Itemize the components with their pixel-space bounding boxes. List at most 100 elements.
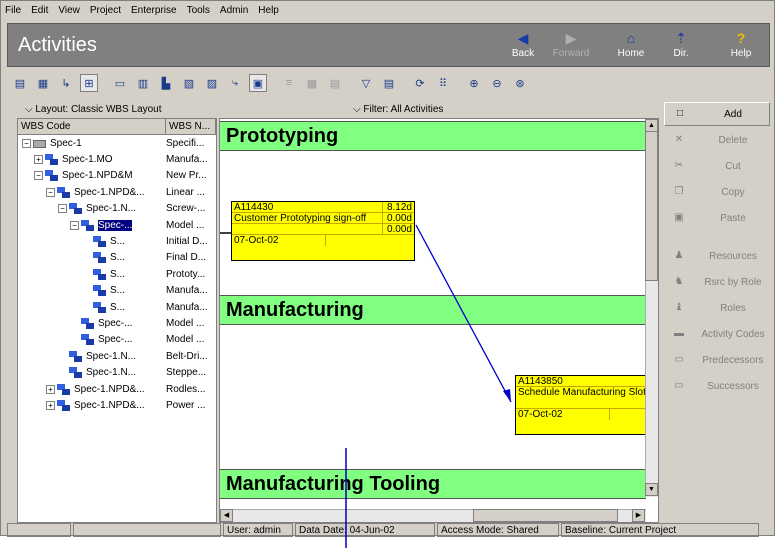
wbs-name-header[interactable]: WBS N... — [166, 119, 216, 134]
wbs-row[interactable]: − Spec-1 Specifi... — [18, 135, 216, 151]
wbs-row[interactable]: S... Manufa... — [18, 283, 216, 299]
activity-network-view[interactable]: Prototyping Manufacturing Manufacturing … — [219, 118, 659, 523]
spreadsheet-icon[interactable]: ▦ — [303, 74, 321, 92]
wbs-row[interactable]: − Spec-1.N... Screw-... — [18, 201, 216, 217]
menu-enterprise[interactable]: Enterprise — [131, 5, 177, 16]
network-view-icon[interactable]: ⊞ — [80, 74, 98, 92]
progress-line-icon[interactable]: ≡ — [280, 74, 298, 92]
wbs-row[interactable]: Spec-1.N... Steppe... — [18, 364, 216, 380]
directory-button[interactable]: ⇡ Dir. — [658, 28, 704, 64]
wbs-name: Initial D... — [166, 236, 208, 248]
wbs-node-icon — [93, 236, 107, 248]
paste-button[interactable]: ▣ Paste — [664, 206, 770, 230]
columns-icon[interactable]: ▥ — [134, 74, 152, 92]
wbs-row[interactable]: S... Initial D... — [18, 233, 216, 249]
expand-icon[interactable]: + — [46, 384, 55, 394]
wbs-row[interactable]: − Spec-1.NPD&... Linear ... — [18, 184, 216, 200]
filter-dropdown[interactable]: ⌵ Filter: All Activities — [353, 104, 443, 115]
resources-button[interactable]: ♟ Resources — [664, 244, 770, 268]
group-sort-icon[interactable]: ▭ — [111, 74, 129, 92]
scroll-down-icon[interactable]: ▼ — [645, 483, 658, 496]
menu-help[interactable]: Help — [258, 5, 279, 16]
zoom-out-icon[interactable]: ⊖ — [488, 74, 506, 92]
status-user: User: admin — [223, 523, 293, 537]
card-duration: 8.12d — [382, 202, 414, 213]
resource-profile-icon[interactable]: ▨ — [203, 74, 221, 92]
filter-icon[interactable]: ▽ — [357, 74, 375, 92]
rsrc-by-role-button[interactable]: ♞ Rsrc by Role — [664, 270, 770, 294]
wbs-code-header[interactable]: WBS Code — [18, 119, 166, 134]
add-button[interactable]: □ Add — [664, 102, 770, 126]
layout-icon[interactable]: ▤ — [380, 74, 398, 92]
chevron-down-icon: ⌵ — [353, 104, 364, 115]
home-button[interactable]: ⌂ Home — [608, 28, 654, 64]
activity-box-icon[interactable]: ▣ — [249, 74, 267, 92]
level-icon[interactable]: ⠿ — [434, 74, 452, 92]
collapse-icon[interactable]: − — [46, 187, 55, 197]
copy-button[interactable]: ❐ Copy — [664, 180, 770, 204]
gantt-chart-icon[interactable]: ↳ — [57, 74, 75, 92]
horizontal-scrollbar[interactable]: ◀ ▶ — [220, 509, 646, 522]
menu-edit[interactable]: Edit — [31, 5, 48, 16]
wbs-code: Spec-1.MO — [62, 154, 113, 166]
scroll-right-icon[interactable]: ▶ — [632, 509, 645, 522]
wbs-row[interactable]: Spec-... Model ... — [18, 332, 216, 348]
expand-icon[interactable]: + — [34, 155, 43, 165]
status-bar: User: admin Data Date: 04-Jun-02 Access … — [7, 523, 770, 537]
activity-card-a114430[interactable]: A114430 8.12d Customer Prototyping sign-o… — [231, 201, 415, 261]
delete-icon: ✕ — [674, 134, 684, 145]
scroll-left-icon[interactable]: ◀ — [220, 509, 233, 522]
back-button[interactable]: ◀ Back — [500, 28, 546, 64]
activity-details-icon[interactable]: ▦ — [34, 74, 52, 92]
scroll-thumb[interactable] — [645, 131, 658, 281]
wbs-row[interactable]: Spec-1.N... Belt-Dri... — [18, 348, 216, 364]
forward-arrow-icon: ▶ — [565, 30, 577, 46]
activity-codes-button[interactable]: ▬ Activity Codes — [664, 322, 770, 346]
vertical-scrollbar[interactable]: ▲ ▼ — [645, 119, 658, 497]
activity-table-icon[interactable]: ▤ — [11, 74, 29, 92]
timescale-icon[interactable]: ▧ — [180, 74, 198, 92]
wbs-row[interactable]: − Spec-... Model ... — [18, 217, 216, 233]
menu-admin[interactable]: Admin — [220, 5, 248, 16]
wbs-row[interactable]: S... Final D... — [18, 250, 216, 266]
collapse-icon[interactable]: − — [70, 220, 79, 230]
grid-icon[interactable]: ▤ — [326, 74, 344, 92]
forward-button[interactable]: ▶ Forward — [548, 28, 594, 64]
wbs-row[interactable]: Spec-... Model ... — [18, 315, 216, 331]
wbs-row[interactable]: S... Prototy... — [18, 266, 216, 282]
wbs-row[interactable]: + Spec-1.NPD&... Power ... — [18, 397, 216, 413]
scroll-thumb-horizontal[interactable] — [473, 509, 618, 522]
card-date: 07-Oct-02 — [232, 235, 326, 246]
wbs-code: Spec-... — [98, 334, 133, 346]
link-icon[interactable]: ⤷ — [226, 74, 244, 92]
zoom-in-icon[interactable]: ⊕ — [465, 74, 483, 92]
collapse-icon[interactable]: − — [22, 138, 31, 148]
layout-dropdown[interactable]: ⌵ Layout: Classic WBS Layout — [25, 104, 162, 115]
successors-button[interactable]: ▭ Successors — [664, 374, 770, 398]
home-label: Home — [617, 48, 645, 59]
menu-view[interactable]: View — [58, 5, 80, 16]
wbs-name: Prototy... — [166, 268, 206, 280]
roles-button[interactable]: ♝ Roles — [664, 296, 770, 320]
cut-button[interactable]: ✂ Cut — [664, 154, 770, 178]
action-label: Delete — [718, 134, 748, 146]
wbs-row[interactable]: S... Manufa... — [18, 299, 216, 315]
wbs-row[interactable]: + Spec-1.MO Manufa... — [18, 151, 216, 167]
delete-button[interactable]: ✕ Delete — [664, 128, 770, 152]
predecessors-button[interactable]: ▭ Predecessors — [664, 348, 770, 372]
menu-tools[interactable]: Tools — [187, 5, 210, 16]
expand-icon[interactable]: + — [46, 400, 55, 410]
view-toolbar: ▤ ▦ ↳ ⊞ ▭ ▥ ▙ ▧ ▨ ⤷ ▣ ≡ ▦ ▤ ▽ ▤ ⟳ ⠿ ⊕ ⊖ … — [7, 71, 770, 95]
collapse-icon[interactable]: − — [58, 204, 67, 214]
menu-file[interactable]: File — [5, 5, 21, 16]
zoom-fit-icon[interactable]: ⊛ — [511, 74, 529, 92]
action-label: Rsrc by Role — [704, 276, 762, 288]
menu-project[interactable]: Project — [90, 5, 121, 16]
schedule-icon[interactable]: ⟳ — [411, 74, 429, 92]
activity-card-a1143850[interactable]: A1143850 Schedule Manufacturing Slot 07-… — [515, 375, 647, 435]
wbs-row[interactable]: + Spec-1.NPD&... Rodles... — [18, 381, 216, 397]
bars-icon[interactable]: ▙ — [157, 74, 175, 92]
collapse-icon[interactable]: − — [34, 171, 43, 181]
wbs-row[interactable]: − Spec-1.NPD&M New Pr... — [18, 168, 216, 184]
help-button[interactable]: ? Help — [718, 28, 764, 64]
